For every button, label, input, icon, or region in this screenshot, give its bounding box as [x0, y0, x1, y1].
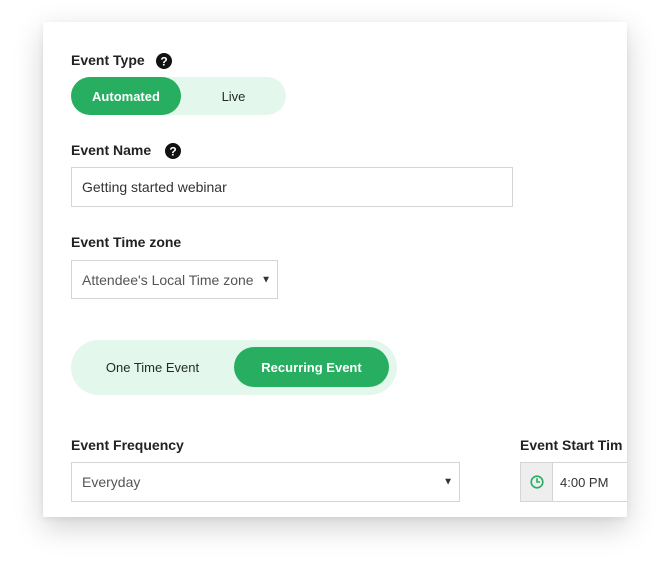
event-type-live-option[interactable]: Live — [181, 77, 286, 115]
event-settings-card: Event Type ? Automated Live Event Name ?… — [43, 22, 627, 517]
event-start-time-value: 4:00 PM — [560, 474, 609, 490]
one-time-event-option[interactable]: One Time Event — [71, 340, 234, 395]
event-start-time-label: Event Start Tim — [520, 437, 623, 453]
event-timezone-select[interactable]: Attendee's Local Time zone ▼ — [71, 260, 278, 299]
svg-text:?: ? — [160, 54, 167, 68]
event-frequency-value: Everyday — [82, 474, 141, 490]
event-name-input[interactable]: Getting started webinar — [71, 167, 513, 207]
event-type-toggle: Automated Live — [71, 77, 286, 115]
event-timezone-label: Event Time zone — [71, 234, 182, 250]
svg-text:?: ? — [169, 144, 176, 158]
help-icon[interactable]: ? — [165, 143, 181, 159]
recurring-event-option[interactable]: Recurring Event — [234, 347, 389, 387]
clock-icon — [529, 475, 544, 489]
event-type-automated-option[interactable]: Automated — [71, 77, 181, 115]
event-schedule-toggle: One Time Event Recurring Event — [71, 340, 397, 395]
caret-down-icon: ▼ — [443, 476, 453, 488]
help-icon[interactable]: ? — [156, 53, 172, 69]
event-start-time-input[interactable]: 4:00 PM — [520, 462, 627, 502]
event-timezone-value: Attendee's Local Time zone — [82, 271, 254, 288]
clock-addon — [521, 463, 553, 501]
event-name-label: Event Name — [71, 142, 152, 158]
event-frequency-label: Event Frequency — [71, 437, 184, 453]
event-name-value: Getting started webinar — [82, 179, 227, 195]
caret-down-icon: ▼ — [261, 274, 271, 285]
event-frequency-select[interactable]: Everyday ▼ — [71, 462, 460, 502]
event-type-label: Event Type — [71, 52, 145, 68]
